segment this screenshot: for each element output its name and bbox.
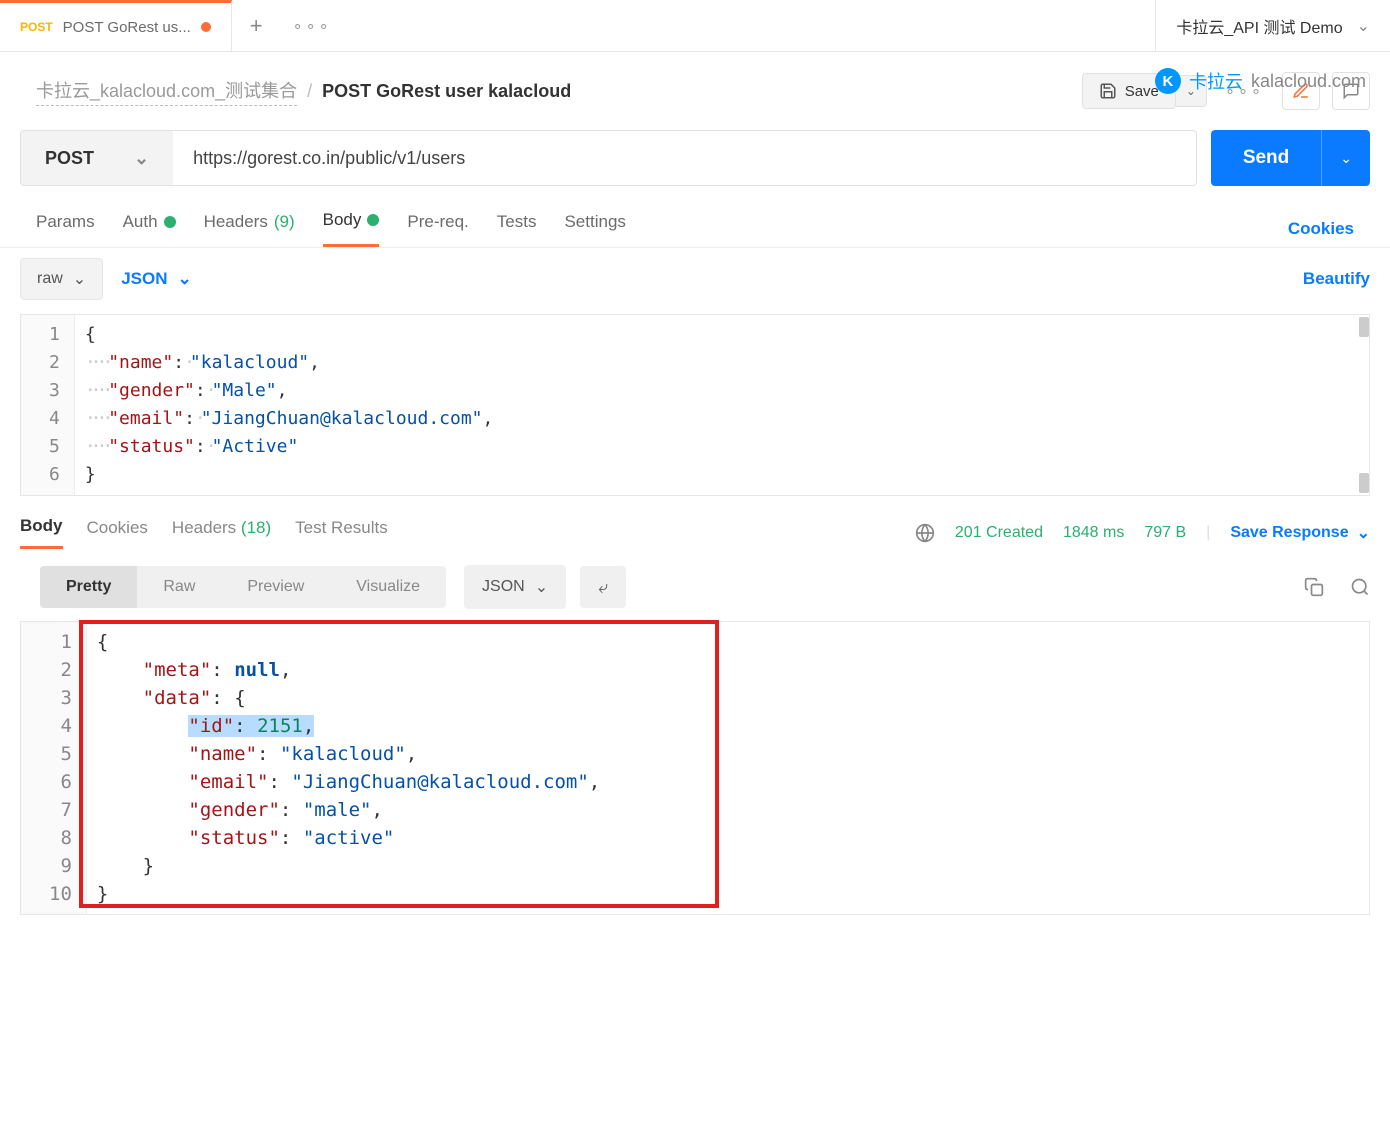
method-selector[interactable]: POST ⌄ <box>20 130 173 186</box>
body-lang-selector[interactable]: JSON ⌄ <box>121 269 192 289</box>
line-gutter: 123456 <box>21 315 75 495</box>
send-label: Send <box>1211 147 1321 169</box>
tab-auth[interactable]: Auth <box>123 212 176 246</box>
tab-settings[interactable]: Settings <box>564 212 625 246</box>
resp-tab-headers[interactable]: Headers (18) <box>172 518 271 548</box>
response-code[interactable]: { "meta": null, "data": { "id": 2151, "n… <box>87 622 1369 914</box>
watermark-en: kalacloud.com <box>1251 71 1366 92</box>
request-tab[interactable]: POST POST GoRest us... <box>0 0 232 51</box>
response-view-row: Pretty Raw Preview Visualize JSON ⌄ ⤶ <box>0 549 1390 621</box>
breadcrumb-separator: / <box>307 81 312 102</box>
response-tabs: Body Cookies Headers (18) Test Results 2… <box>0 496 1390 549</box>
breadcrumb-current: POST GoRest user kalacloud <box>322 81 571 102</box>
save-icon <box>1099 82 1117 100</box>
body-active-dot <box>367 214 379 226</box>
view-raw[interactable]: Raw <box>137 566 221 608</box>
tab-headers[interactable]: Headers (9) <box>204 212 295 246</box>
response-size: 797 B <box>1144 524 1186 542</box>
request-body-editor[interactable]: 123456 { ····"name":·"kalacloud", ····"g… <box>20 314 1370 496</box>
tab-method-badge: POST <box>20 20 53 34</box>
beautify-button[interactable]: Beautify <box>1303 269 1370 289</box>
response-meta: 201 Created 1848 ms 797 B | Save Respons… <box>915 523 1370 543</box>
scrollbar-thumb[interactable] <box>1359 317 1369 337</box>
view-mode-group: Pretty Raw Preview Visualize <box>40 566 446 608</box>
wrap-lines-button[interactable]: ⤶ <box>580 566 626 608</box>
request-subtabs: Params Auth Headers (9) Body Pre-req. Te… <box>0 186 1390 248</box>
send-dropdown[interactable]: ⌄ <box>1322 150 1370 167</box>
view-pretty[interactable]: Pretty <box>40 566 137 608</box>
status-code: 201 Created <box>955 524 1043 542</box>
line-gutter: 12345678910 <box>21 622 87 914</box>
chevron-down-icon: ⌄ <box>134 148 149 169</box>
scrollbar-thumb[interactable] <box>1359 473 1369 493</box>
search-icon[interactable] <box>1350 577 1370 597</box>
watermark-cn: 卡拉云 <box>1189 68 1243 94</box>
kalacloud-icon: K <box>1155 68 1181 94</box>
chevron-down-icon: ⌄ <box>177 269 191 289</box>
body-type-selector[interactable]: raw ⌄ <box>20 258 103 300</box>
resp-tab-tests[interactable]: Test Results <box>295 518 388 548</box>
add-tab-button[interactable]: + <box>232 13 281 39</box>
url-row: POST ⌄ https://gorest.co.in/public/v1/us… <box>0 130 1390 186</box>
chevron-down-icon: ⌄ <box>73 269 86 289</box>
save-label: Save <box>1125 83 1159 100</box>
tab-bar: POST POST GoRest us... + ∘∘∘ 卡拉云_API 测试 … <box>0 0 1390 52</box>
request-code[interactable]: { ····"name":·"kalacloud", ····"gender":… <box>75 315 1369 495</box>
method-label: POST <box>45 148 94 169</box>
environment-name: 卡拉云_API 测试 Demo <box>1176 14 1342 38</box>
send-button[interactable]: Send ⌄ <box>1211 130 1370 186</box>
environment-selector[interactable]: 卡拉云_API 测试 Demo ⌄ <box>1155 0 1390 51</box>
resp-tab-body[interactable]: Body <box>20 516 63 549</box>
cookies-link[interactable]: Cookies <box>1288 219 1354 239</box>
highlight-box <box>79 620 719 908</box>
response-body-viewer[interactable]: 12345678910 { "meta": null, "data": { "i… <box>20 621 1370 915</box>
tab-tests[interactable]: Tests <box>497 212 537 246</box>
tab-prereq[interactable]: Pre-req. <box>407 212 468 246</box>
tab-title: POST GoRest us... <box>63 19 191 36</box>
breadcrumb-collection[interactable]: 卡拉云_kalacloud.com_测试集合 <box>36 77 297 106</box>
watermark-logo: K 卡拉云 kalacloud.com <box>1155 68 1366 94</box>
network-icon[interactable] <box>915 523 935 543</box>
view-visualize[interactable]: Visualize <box>330 566 446 608</box>
url-input[interactable]: https://gorest.co.in/public/v1/users <box>173 130 1197 186</box>
auth-active-dot <box>164 216 176 228</box>
response-lang-selector[interactable]: JSON ⌄ <box>464 565 566 609</box>
response-toolbar-icons <box>1304 577 1370 597</box>
chevron-down-icon: ⌄ <box>535 577 548 597</box>
tab-params[interactable]: Params <box>36 212 95 246</box>
view-preview[interactable]: Preview <box>221 566 330 608</box>
response-time: 1848 ms <box>1063 524 1124 542</box>
body-format-row: raw ⌄ JSON ⌄ Beautify <box>0 248 1390 310</box>
unsaved-indicator-dot <box>201 22 211 32</box>
copy-icon[interactable] <box>1304 577 1324 597</box>
chevron-down-icon: ⌄ <box>1357 523 1370 543</box>
tab-body[interactable]: Body <box>323 210 380 247</box>
tab-more-icon[interactable]: ∘∘∘ <box>281 16 344 36</box>
url-text: https://gorest.co.in/public/v1/users <box>193 148 465 169</box>
chevron-down-icon: ⌄ <box>1357 16 1370 36</box>
resp-tab-cookies[interactable]: Cookies <box>87 518 148 548</box>
save-response-button[interactable]: Save Response⌄ <box>1230 523 1370 543</box>
